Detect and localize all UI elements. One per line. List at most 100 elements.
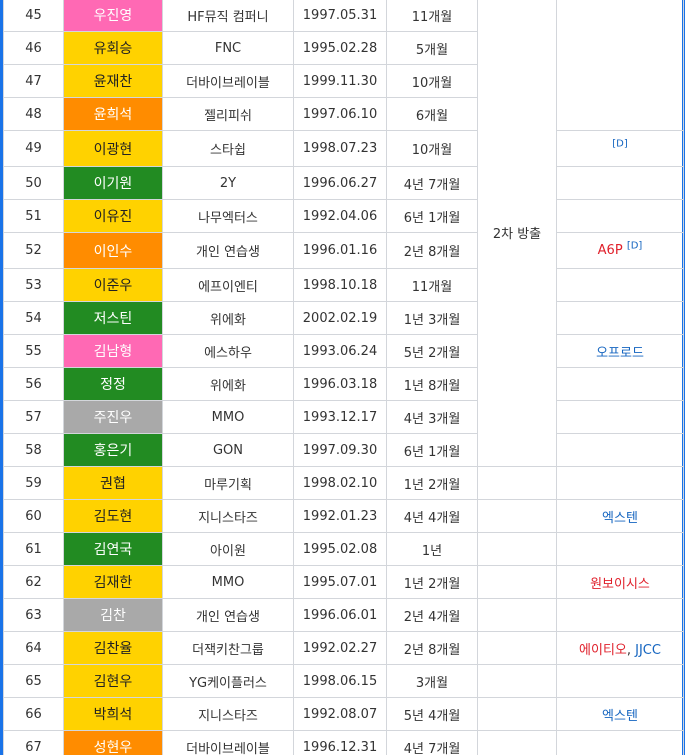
- debut-group-link[interactable]: 엑스텐: [602, 511, 638, 526]
- row-number: 51: [3, 199, 64, 233]
- birth-date: 1992.04.06: [293, 199, 387, 233]
- trainee-name[interactable]: 김현우: [63, 664, 163, 698]
- table-row: 61 김연국 아이원 1995.02.08 1년: [3, 532, 684, 566]
- trainee-name[interactable]: 김도현: [63, 499, 163, 533]
- footnote-link[interactable]: [D]: [612, 139, 628, 150]
- trainee-name[interactable]: 김찬율: [63, 631, 163, 665]
- trainee-table-body: 45 우진영 HF뮤직 컴퍼니 1997.05.31 11개월 2차 방출 46 유회승 FNC…: [3, 0, 684, 755]
- agency: 위에화: [162, 367, 294, 401]
- debut-group: [556, 532, 684, 566]
- elimination-status-empty: [477, 664, 557, 698]
- agency: MMO: [162, 400, 294, 434]
- trainee-name[interactable]: 박희석: [63, 697, 163, 731]
- trainee-name[interactable]: 정정: [63, 367, 163, 401]
- table-row: 65 김현우 YG케이플러스 1998.06.15 3개월: [3, 664, 684, 698]
- trainee-name[interactable]: 이유진: [63, 199, 163, 233]
- trainee-name[interactable]: 이인수: [63, 232, 163, 269]
- debut-group: [556, 664, 684, 698]
- trainee-name[interactable]: 윤희석: [63, 97, 163, 131]
- debut-group: 원보이시스: [556, 565, 684, 599]
- debut-group: [556, 730, 684, 755]
- row-number: 62: [3, 565, 64, 599]
- table-row: 63 김찬 개인 연습생 1996.06.01 2년 4개월: [3, 598, 684, 632]
- debut-group: 엑스텐: [556, 697, 684, 731]
- debut-group: [556, 166, 684, 200]
- debut-group: 엑스텐: [556, 499, 684, 533]
- table-row: 54 저스틴 위에화 2002.02.19 1년 3개월: [3, 301, 684, 335]
- row-number: 53: [3, 268, 64, 302]
- row-number: 47: [3, 64, 64, 98]
- elimination-status-empty: [477, 598, 557, 632]
- debut-group-link[interactable]: 에이티오: [579, 643, 627, 658]
- agency: 지니스타즈: [162, 499, 294, 533]
- table-row: 50 이기원 2Y 1996.06.27 4년 7개월: [3, 166, 684, 200]
- agency: 에프이엔티: [162, 268, 294, 302]
- agency: FNC: [162, 31, 294, 65]
- trainee-name[interactable]: 이기원: [63, 166, 163, 200]
- debut-group-link[interactable]: 원보이시스: [590, 577, 650, 592]
- birth-date: 1998.07.23: [293, 130, 387, 167]
- row-number: 54: [3, 301, 64, 335]
- debut-group: [556, 268, 684, 302]
- trainee-name[interactable]: 김남형: [63, 334, 163, 368]
- trainee-name[interactable]: 이광현: [63, 130, 163, 167]
- training-duration: 5년 2개월: [386, 334, 478, 368]
- trainee-name[interactable]: 유회승: [63, 31, 163, 65]
- trainee-name[interactable]: 김연국: [63, 532, 163, 566]
- row-number: 55: [3, 334, 64, 368]
- birth-date: 1998.10.18: [293, 268, 387, 302]
- debut-separator: ,: [626, 642, 636, 658]
- trainee-name[interactable]: 우진영: [63, 0, 163, 32]
- row-number: 48: [3, 97, 64, 131]
- table-row: 51 이유진 나무엑터스 1992.04.06 6년 1개월: [3, 199, 684, 233]
- elimination-status-empty: [477, 532, 557, 566]
- row-number: 67: [3, 730, 64, 755]
- birth-date: 1993.12.17: [293, 400, 387, 434]
- table-row: 67 성현우 더바이브레이블 1996.12.31 4년 7개월: [3, 730, 684, 755]
- agency: 더바이브레이블: [162, 730, 294, 755]
- debut-group-link[interactable]: 오프로드: [596, 346, 644, 361]
- agency: 지니스타즈: [162, 697, 294, 731]
- debut-group: A6P [D]: [556, 232, 684, 269]
- birth-date: 1998.02.10: [293, 466, 387, 500]
- agency: 아이원: [162, 532, 294, 566]
- table-row: 57 주진우 MMO 1993.12.17 4년 3개월: [3, 400, 684, 434]
- row-number: 46: [3, 31, 64, 65]
- trainee-name[interactable]: 홍은기: [63, 433, 163, 467]
- trainee-name[interactable]: 김찬: [63, 598, 163, 632]
- birth-date: 1998.06.15: [293, 664, 387, 698]
- training-duration: 3개월: [386, 664, 478, 698]
- training-duration: 1년 2개월: [386, 565, 478, 599]
- debut-group-link[interactable]: JJCC: [635, 643, 661, 658]
- table-row: 45 우진영 HF뮤직 컴퍼니 1997.05.31 11개월 2차 방출: [3, 0, 684, 467]
- debut-group-link[interactable]: 엑스텐: [602, 709, 638, 724]
- birth-date: 1995.02.28: [293, 31, 387, 65]
- trainee-name[interactable]: 권협: [63, 466, 163, 500]
- debut-group-link[interactable]: A6P: [598, 243, 623, 258]
- table-row: 66 박희석 지니스타즈 1992.08.07 5년 4개월 엑스텐: [3, 697, 684, 731]
- training-duration: 6년 1개월: [386, 199, 478, 233]
- debut-group: [D]: [556, 130, 684, 167]
- birth-date: 1996.12.31: [293, 730, 387, 755]
- trainee-name[interactable]: 저스틴: [63, 301, 163, 335]
- table-row: 55 김남형 에스하우 1993.06.24 5년 2개월 오프로드: [3, 334, 684, 368]
- footnote-link[interactable]: [D]: [627, 241, 643, 252]
- trainee-name[interactable]: 윤재찬: [63, 64, 163, 98]
- row-number: 63: [3, 598, 64, 632]
- elimination-status-empty: [477, 466, 557, 500]
- trainee-name[interactable]: 이준우: [63, 268, 163, 302]
- agency: 마루기획: [162, 466, 294, 500]
- table-row: 49 이광현 스타쉽 1998.07.23 10개월 [D]: [3, 130, 684, 167]
- row-number: 60: [3, 499, 64, 533]
- table-row: 56 정정 위에화 1996.03.18 1년 8개월: [3, 367, 684, 401]
- training-duration: 4년 7개월: [386, 730, 478, 755]
- debut-group: 에이티오, JJCC: [556, 631, 684, 665]
- trainee-name[interactable]: 김재한: [63, 565, 163, 599]
- trainee-name[interactable]: 성현우: [63, 730, 163, 755]
- row-number: 59: [3, 466, 64, 500]
- birth-date: 1996.06.27: [293, 166, 387, 200]
- training-duration: 5개월: [386, 31, 478, 65]
- table-row: 52 이인수 개인 연습생 1996.01.16 2년 8개월 A6P [D]: [3, 232, 684, 269]
- trainee-name[interactable]: 주진우: [63, 400, 163, 434]
- agency: 더잭키찬그룹: [162, 631, 294, 665]
